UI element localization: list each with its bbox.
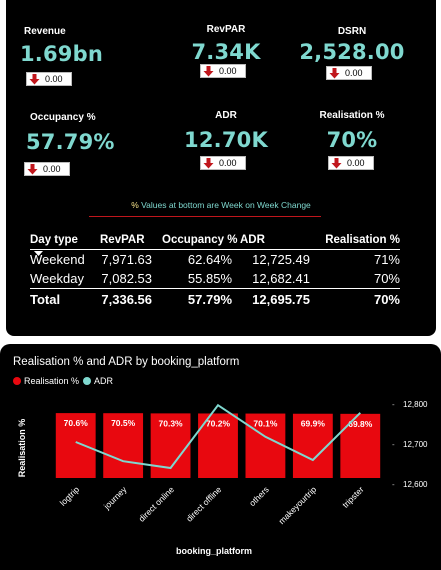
- y2-tick-mark: -: [392, 440, 395, 449]
- x-tick-label: others: [247, 484, 271, 508]
- chart-panel: Realisation % and ADR by booking_platfor…: [0, 344, 441, 570]
- bar-data-label: 70.6%: [64, 418, 89, 428]
- kpi-change-value: 0.00: [347, 158, 365, 168]
- kpi-change-value: 0.00: [219, 158, 237, 168]
- table-cell: 70%: [373, 271, 400, 286]
- kpi-value: 1.69bn: [20, 42, 103, 66]
- table-row[interactable]: Weekday 7,082.53 55.85% 12,682.41 70%: [30, 269, 400, 289]
- kpi-change-badge: 0.00: [200, 156, 246, 170]
- y2-tick-label: 12,800: [403, 400, 428, 409]
- table-cell: 12,725.49: [252, 252, 310, 267]
- kpi-change-badge: 0.00: [328, 156, 374, 170]
- arrow-down-icon: [329, 157, 343, 169]
- kpi-change-badge: 0.00: [24, 162, 70, 176]
- table-cell: Total: [30, 288, 100, 309]
- kpi-change-value: 0.00: [45, 74, 63, 84]
- kpi-label: DSRN: [337, 26, 367, 37]
- bar-data-label: 70.5%: [111, 418, 136, 428]
- day-type-table: Day type RevPAR Occupancy % ADR Realisat…: [30, 234, 400, 309]
- arrow-down-icon: [201, 157, 215, 169]
- col-header-realisation[interactable]: Realisation %: [310, 234, 400, 250]
- table-total-row[interactable]: Total 7,336.56 57.79% 12,695.75 70%: [30, 288, 400, 309]
- table-cell: 70%: [310, 288, 400, 309]
- x-tick-label: direct offline: [184, 484, 224, 524]
- x-tick-label: tripster: [340, 484, 366, 510]
- kpi-change-badge: 0.00: [326, 66, 372, 80]
- table-cell: 7,336.56: [100, 288, 162, 309]
- table-cell: 71%: [373, 252, 400, 267]
- kpi-label: RevPAR: [206, 24, 246, 35]
- y2-tick-mark: -: [392, 480, 395, 489]
- note-percent: %: [131, 200, 139, 210]
- table-cell: 55.85%: [187, 271, 232, 286]
- table-cell: 57.79%: [162, 288, 240, 309]
- table-header-row: Day type RevPAR Occupancy % ADR Realisat…: [30, 234, 400, 256]
- kpi-label: Revenue: [24, 26, 66, 37]
- y2-tick-label: 12,600: [403, 480, 428, 489]
- arrow-down-icon: [25, 163, 39, 175]
- kpi-value: 70%: [326, 128, 378, 152]
- col-header-revpar[interactable]: RevPAR: [100, 234, 162, 250]
- note-divider: [89, 216, 321, 217]
- kpi-change-value: 0.00: [345, 68, 363, 78]
- kpi-change-value: 0.00: [219, 66, 237, 76]
- table-cell: Weekday: [30, 271, 84, 286]
- kpi-value: 2,528.00: [299, 40, 405, 64]
- table-row[interactable]: Weekend 7,971.63 62.64% 12,725.49 71%: [30, 250, 400, 270]
- bar-data-label: 70.3%: [159, 418, 184, 428]
- y2-tick-mark: -: [392, 400, 395, 409]
- arrow-down-icon: [201, 65, 215, 77]
- table-cell: 7,082.53: [101, 271, 152, 286]
- kpi-change-badge: 0.00: [200, 64, 246, 78]
- x-axis-title: booking_platform: [176, 546, 252, 556]
- sort-down-icon: [34, 251, 43, 256]
- table-cell: 12,682.41: [252, 271, 310, 286]
- kpi-change-value: 0.00: [43, 164, 61, 174]
- x-tick-label: makeyourtrip: [276, 484, 318, 526]
- kpi-value: 7.34K: [191, 40, 261, 64]
- kpi-label: ADR: [215, 110, 237, 121]
- kpi-panel: Revenue 1.69bn 0.00 RevPAR 7.34K 0.00 DSRN 2,52…: [6, 0, 436, 336]
- week-on-week-note: % Values at bottom are Week on Week Chan…: [6, 200, 436, 210]
- x-tick-label: direct online: [136, 484, 176, 524]
- arrow-down-icon: [327, 67, 341, 79]
- table-cell: 12,695.75: [240, 288, 310, 309]
- kpi-label: Realisation %: [319, 110, 385, 121]
- kpi-value: 57.79%: [26, 130, 115, 154]
- col-header-occupancy[interactable]: Occupancy %: [162, 234, 240, 250]
- col-header-adr[interactable]: ADR: [240, 234, 310, 250]
- combo-chart: Realisation % 70.6% logtrip 70.5% journey 70.…: [17, 400, 428, 556]
- kpi-value: 12.70K: [184, 128, 268, 152]
- bar-data-label: 70.1%: [253, 419, 278, 429]
- bar-data-label: 69.9%: [301, 419, 326, 429]
- table-cell: 62.64%: [187, 252, 232, 267]
- y2-tick-label: 12,700: [403, 440, 428, 449]
- x-tick-label: logtrip: [58, 484, 82, 508]
- kpi-label: Occupancy %: [30, 112, 96, 123]
- bar-data-label: 70.2%: [206, 418, 231, 428]
- table-cell: 7,971.63: [101, 252, 152, 267]
- col-header-day-type[interactable]: Day type: [30, 234, 100, 256]
- x-tick-label: journey: [101, 484, 129, 512]
- kpi-change-badge: 0.00: [26, 72, 72, 86]
- note-text: Values at bottom are Week on Week Change: [138, 200, 311, 210]
- y-axis-label: Realisation %: [17, 419, 27, 478]
- arrow-down-icon: [27, 73, 41, 85]
